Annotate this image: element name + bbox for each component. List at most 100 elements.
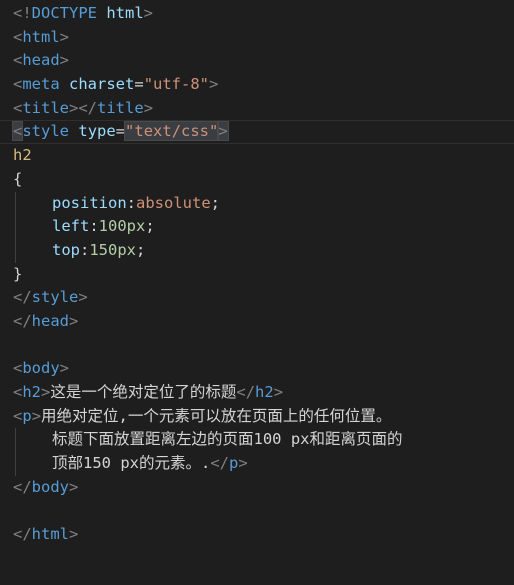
punct: > bbox=[69, 525, 79, 544]
punct: < bbox=[13, 383, 23, 401]
punct: > bbox=[59, 27, 70, 46]
tag-name: p bbox=[22, 406, 32, 425]
css-property: position bbox=[52, 193, 127, 212]
text-content: 这是一个绝对定位了的标题 bbox=[50, 383, 237, 401]
css-selector: h2 bbox=[13, 146, 32, 165]
attr-name: charset bbox=[69, 75, 135, 94]
semicolon: ; bbox=[145, 217, 155, 236]
code-line-18: <p>用绝对定位,一个元素可以放在页面上的任何位置。 bbox=[0, 405, 514, 429]
punct: </ bbox=[13, 525, 32, 544]
indent-guide bbox=[15, 191, 16, 216]
code-line-2: <html> bbox=[0, 26, 514, 50]
text-content: 标题下面放置距离左边的页面100 px和距离页面的 bbox=[52, 430, 403, 449]
colon: : bbox=[126, 193, 136, 212]
punct: > bbox=[59, 51, 70, 70]
tag-name: style bbox=[22, 122, 70, 141]
punct: </ bbox=[13, 288, 32, 307]
punct: < bbox=[13, 51, 23, 70]
punct: > bbox=[143, 98, 154, 117]
tag-name: meta bbox=[22, 75, 60, 94]
punct: > bbox=[143, 4, 154, 22]
code-line-19: </body> bbox=[0, 476, 514, 500]
tag-name: head bbox=[31, 311, 69, 330]
text-content: 用绝对定位,一个元素可以放在页面上的任何位置。 bbox=[41, 406, 392, 425]
punct: </ bbox=[13, 311, 32, 330]
punct: </ bbox=[236, 383, 256, 401]
code-line-12: } bbox=[0, 263, 514, 287]
tag-name: p bbox=[229, 454, 239, 473]
code-line-8: { bbox=[0, 168, 514, 192]
code-line-10: left:100px; bbox=[0, 215, 514, 239]
code-editor[interactable]: <!DOCTYPE html> <html> <head> <meta char… bbox=[0, 2, 514, 547]
css-value: absolute bbox=[136, 193, 211, 212]
equals-sign: = bbox=[115, 122, 126, 141]
tag-name: h2 bbox=[22, 383, 42, 401]
punct: > bbox=[273, 383, 284, 401]
code-line-14: </head> bbox=[0, 310, 514, 334]
code-line-1: <!DOCTYPE html> bbox=[0, 2, 514, 26]
code-line-3: <head> bbox=[0, 49, 514, 73]
indent-guide bbox=[15, 452, 16, 476]
attr-value: "utf-8" bbox=[143, 75, 210, 94]
semicolon: ; bbox=[210, 193, 220, 212]
code-line-17: <h2>这是一个绝对定位了的标题</h2> bbox=[0, 381, 514, 405]
punct: > bbox=[238, 454, 248, 473]
bracket-match-open: < bbox=[11, 121, 24, 142]
indent-guide bbox=[15, 215, 16, 239]
punct: > bbox=[31, 406, 42, 425]
punct: > bbox=[69, 477, 79, 496]
attr-value-highlighted: "text/css" bbox=[124, 121, 220, 142]
tag-name: title bbox=[97, 98, 144, 117]
code-line-21: </html> bbox=[0, 523, 514, 547]
tag-name: html bbox=[31, 525, 69, 544]
tag-name: head bbox=[22, 51, 60, 70]
tag-name: body bbox=[22, 359, 60, 378]
punct: < bbox=[13, 98, 23, 117]
css-value: 150px bbox=[89, 240, 137, 259]
text-content: 顶部150 px的元素。. bbox=[52, 454, 211, 473]
code-line-16: <body> bbox=[0, 357, 514, 381]
code-line-4: <meta charset="utf-8"> bbox=[0, 73, 514, 97]
css-value: 100px bbox=[98, 217, 146, 236]
semicolon: ; bbox=[136, 240, 146, 259]
punct: ></ bbox=[69, 98, 98, 117]
code-line-6-current: <style type="text/css"> bbox=[0, 120, 514, 145]
tag-name: title bbox=[22, 98, 70, 117]
code-line-20-empty bbox=[0, 499, 514, 523]
punct: </ bbox=[210, 454, 229, 473]
css-property: left bbox=[52, 217, 90, 236]
punct: > bbox=[78, 288, 88, 307]
indent-guide bbox=[15, 428, 16, 453]
code-line-13: </style> bbox=[0, 286, 514, 310]
brace-close: } bbox=[13, 264, 23, 283]
colon: : bbox=[89, 217, 99, 236]
punct: <! bbox=[13, 4, 32, 22]
tag-name: html bbox=[22, 27, 60, 46]
bracket-match-close: > bbox=[217, 121, 229, 142]
code-line-15-empty bbox=[0, 334, 514, 358]
indent-guide bbox=[15, 238, 16, 263]
code-line-7: h2 bbox=[0, 144, 514, 168]
code-line-18-wrap-2: 顶部150 px的元素。.</p> bbox=[0, 452, 514, 476]
code-line-9: position:absolute; bbox=[0, 191, 514, 216]
code-line-18-wrap-1: 标题下面放置距离左边的页面100 px和距离页面的 bbox=[0, 428, 514, 453]
doctype-name: html bbox=[106, 4, 144, 22]
brace-open: { bbox=[13, 169, 23, 188]
punct: < bbox=[13, 27, 23, 46]
punct: > bbox=[41, 383, 51, 401]
colon: : bbox=[80, 240, 90, 259]
attr-name: type bbox=[78, 122, 116, 141]
punct: > bbox=[209, 75, 219, 94]
punct: < bbox=[13, 359, 23, 378]
css-property: top bbox=[52, 240, 80, 259]
doctype-keyword: DOCTYPE bbox=[31, 4, 97, 22]
code-line-11: top:150px; bbox=[0, 238, 514, 263]
punct: > bbox=[59, 359, 70, 378]
punct: > bbox=[69, 311, 79, 330]
punct: < bbox=[13, 406, 23, 425]
punct: < bbox=[13, 75, 23, 94]
tag-name: style bbox=[31, 288, 79, 307]
code-line-5: <title></title> bbox=[0, 97, 514, 121]
punct: </ bbox=[13, 477, 32, 496]
tag-name: h2 bbox=[255, 383, 274, 401]
